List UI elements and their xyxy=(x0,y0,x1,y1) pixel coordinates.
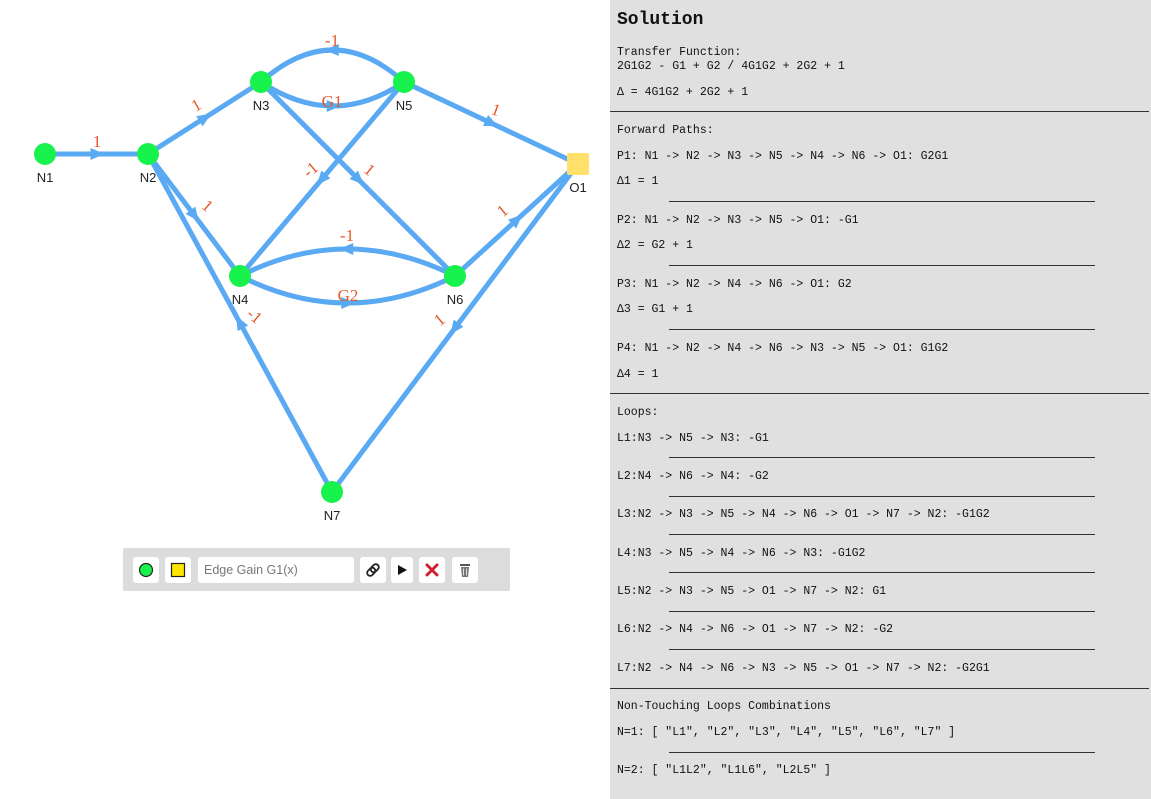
node-n5[interactable] xyxy=(393,71,415,93)
non-touching-combo: N=2: [ "L1L2", "L1L6", "L2L5" ] xyxy=(617,764,831,777)
non-touching-loops-label: Non-Touching Loops Combinations xyxy=(617,700,831,713)
divider xyxy=(669,649,1095,650)
node-label: N1 xyxy=(37,170,54,185)
delta-value: ∆ = 4G1G2 + 2G2 + 1 xyxy=(617,86,749,99)
signal-flow-graph[interactable]: 1 1 1 G1 -1 1 -1 G2 -1 1 1 1 -1 N1 N2 N3 N4 N5 N6 N7 O1 xyxy=(0,0,610,540)
yellow-square-icon xyxy=(170,562,186,578)
edge-gain-label: G2 xyxy=(338,286,359,305)
edge-n5-n3[interactable] xyxy=(259,47,406,84)
paperclip-icon xyxy=(366,563,380,577)
edge-gain-label: 1 xyxy=(93,132,102,151)
node-n7[interactable] xyxy=(321,481,343,503)
forward-path: P1: N1 -> N2 -> N3 -> N5 -> N4 -> N6 -> … xyxy=(617,150,949,163)
play-icon xyxy=(398,565,407,575)
forward-paths-label: Forward Paths: xyxy=(617,124,714,137)
connect-edge-button[interactable] xyxy=(360,557,386,583)
node-label: O1 xyxy=(569,180,586,195)
edge-gain-label: 1 xyxy=(360,160,379,180)
edge-gain-label: -1 xyxy=(243,304,266,328)
divider xyxy=(669,201,1095,202)
path-delta: ∆4 = 1 xyxy=(617,368,659,381)
node-n2[interactable] xyxy=(137,143,159,165)
edge-gain-label: -1 xyxy=(299,158,322,182)
node-n4[interactable] xyxy=(229,265,251,287)
loop-item: L2:N4 -> N6 -> N4: -G2 xyxy=(617,470,769,483)
divider xyxy=(669,329,1095,330)
edge-gain-label: G1 xyxy=(322,92,343,111)
divider xyxy=(669,752,1095,753)
edge-gain-label: 1 xyxy=(188,95,205,116)
node-label: N7 xyxy=(324,508,341,523)
delete-button[interactable] xyxy=(419,557,445,583)
graph-canvas-area[interactable]: 1 1 1 G1 -1 1 -1 G2 -1 1 1 1 -1 N1 N2 N3 N4 N5 N6 N7 O1 xyxy=(0,0,610,799)
edge-gain-input[interactable] xyxy=(198,557,354,583)
loops-label: Loops: xyxy=(617,406,659,419)
edge-gain-label: -1 xyxy=(340,226,354,245)
edge-gain-label: -1 xyxy=(325,31,339,50)
non-touching-combo: N=1: [ "L1", "L2", "L3", "L4", "L5", "L6… xyxy=(617,726,956,739)
edge-gain-label: 1 xyxy=(430,310,449,330)
solution-panel: Solution Transfer Function: 2G1G2 - G1 +… xyxy=(610,0,1151,799)
red-x-icon xyxy=(425,563,439,577)
divider xyxy=(669,534,1095,535)
add-node-button[interactable] xyxy=(133,557,159,583)
divider xyxy=(610,393,1149,394)
node-label: N2 xyxy=(140,170,157,185)
divider xyxy=(610,688,1149,689)
edge-n6-n4[interactable] xyxy=(238,246,457,279)
solution-title: Solution xyxy=(617,10,704,30)
node-label: N3 xyxy=(253,98,270,113)
node-label: N6 xyxy=(447,292,464,307)
node-n6[interactable] xyxy=(444,265,466,287)
forward-path: P4: N1 -> N2 -> N4 -> N6 -> N3 -> N5 -> … xyxy=(617,342,949,355)
graph-toolbar xyxy=(123,548,510,591)
trash-icon xyxy=(460,564,470,577)
loop-item: L4:N3 -> N5 -> N4 -> N6 -> N3: -G1G2 xyxy=(617,547,866,560)
clear-all-button[interactable] xyxy=(452,557,478,583)
divider xyxy=(669,496,1095,497)
divider xyxy=(669,457,1095,458)
edge-gain-label: 1 xyxy=(198,196,217,216)
path-delta: ∆1 = 1 xyxy=(617,175,659,188)
transfer-function-value: 2G1G2 - G1 + G2 / 4G1G2 + 2G2 + 1 xyxy=(617,60,845,73)
path-delta: ∆2 = G2 + 1 xyxy=(617,239,693,252)
solve-button[interactable] xyxy=(391,557,413,583)
loop-item: L7:N2 -> N4 -> N6 -> N3 -> N5 -> O1 -> N… xyxy=(617,662,990,675)
path-delta: ∆3 = G1 + 1 xyxy=(617,303,693,316)
loop-item: L6:N2 -> N4 -> N6 -> O1 -> N7 -> N2: -G2 xyxy=(617,623,894,636)
transfer-function-label: Transfer Function: xyxy=(617,46,742,59)
edge-gain-label: 1 xyxy=(493,201,512,221)
edge-gain-label: 1 xyxy=(489,99,503,120)
node-n3[interactable] xyxy=(250,71,272,93)
divider xyxy=(669,572,1095,573)
forward-path: P3: N1 -> N2 -> N4 -> N6 -> O1: G2 xyxy=(617,278,852,291)
loop-item: L1:N3 -> N5 -> N3: -G1 xyxy=(617,432,769,445)
divider xyxy=(669,265,1095,266)
divider xyxy=(669,611,1095,612)
add-output-node-button[interactable] xyxy=(165,557,191,583)
divider xyxy=(610,111,1149,112)
forward-path: P2: N1 -> N2 -> N3 -> N5 -> O1: -G1 xyxy=(617,214,859,227)
loop-item: L3:N2 -> N3 -> N5 -> N4 -> N6 -> O1 -> N… xyxy=(617,508,990,521)
output-node-o1[interactable] xyxy=(567,153,589,175)
node-n1[interactable] xyxy=(34,143,56,165)
node-label: N5 xyxy=(396,98,413,113)
loop-item: L5:N2 -> N3 -> N5 -> O1 -> N7 -> N2: G1 xyxy=(617,585,887,598)
node-label: N4 xyxy=(232,292,249,307)
green-circle-icon xyxy=(138,562,154,578)
